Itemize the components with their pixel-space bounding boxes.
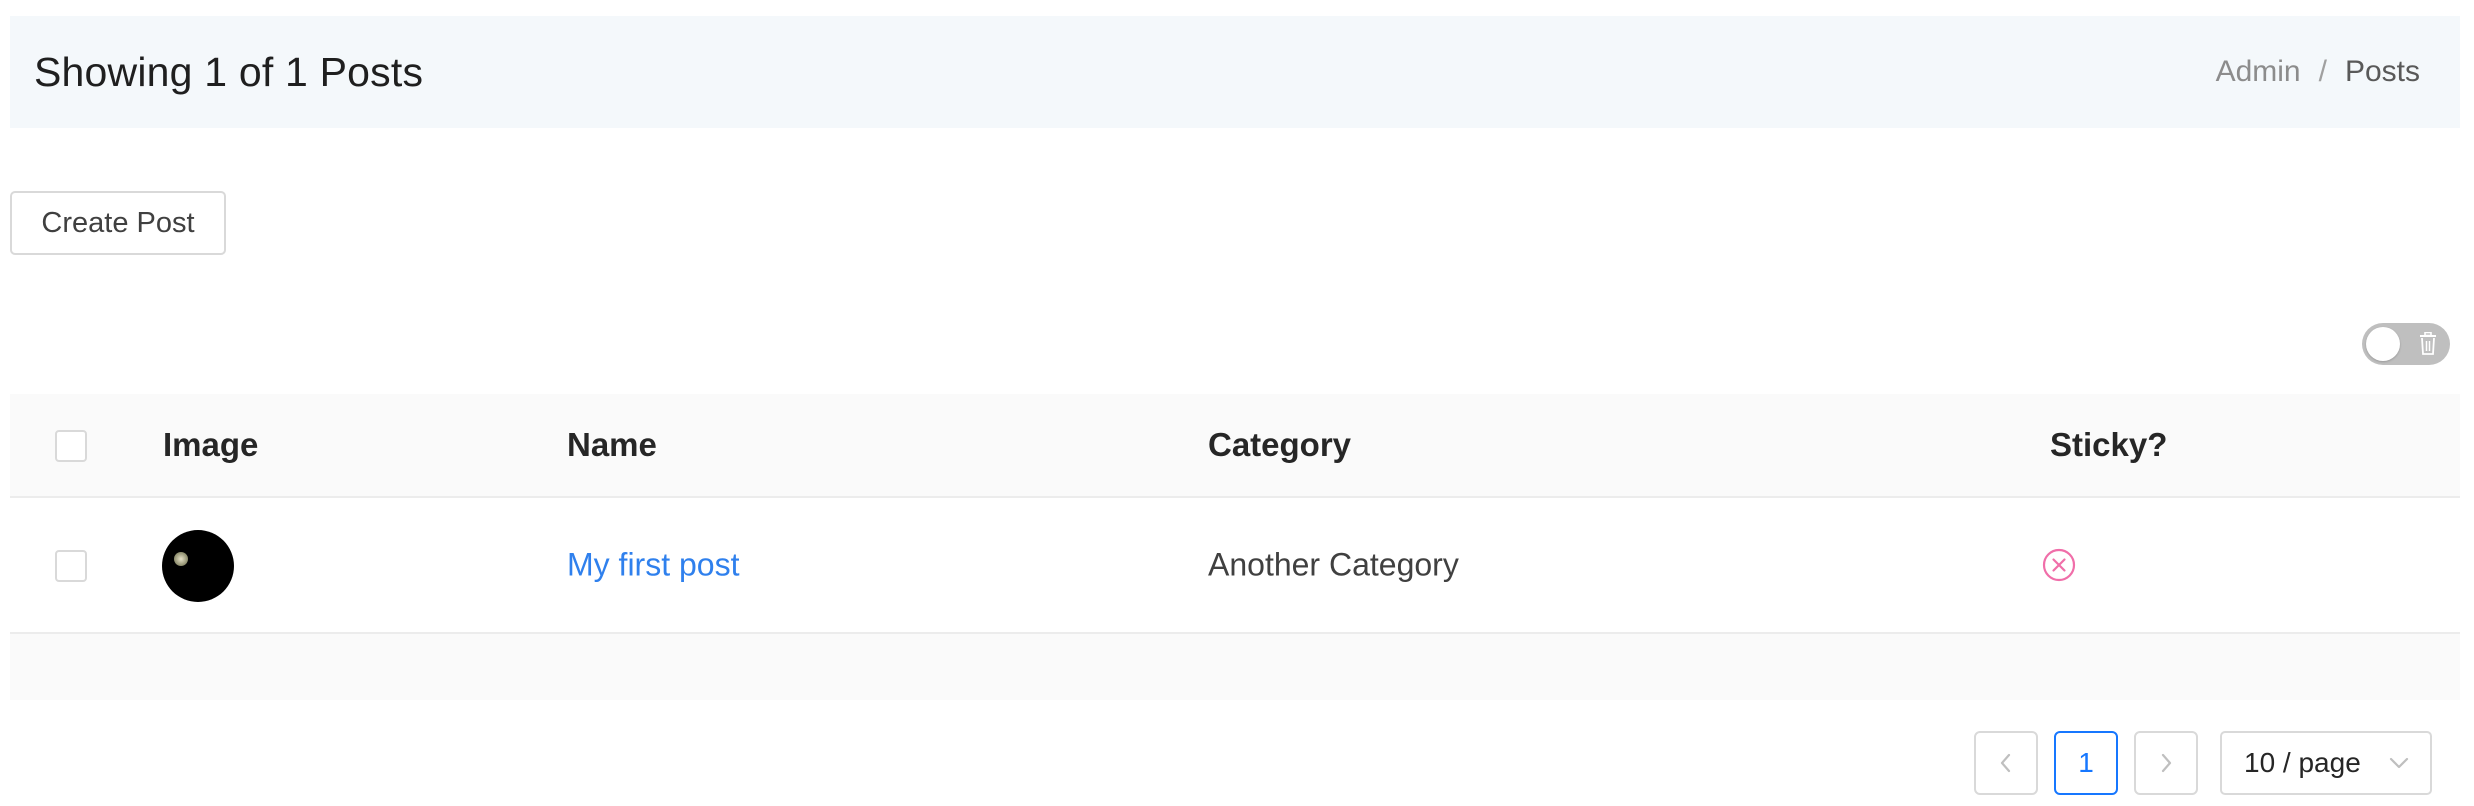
prev-page-button[interactable] bbox=[1974, 731, 2038, 795]
column-header-name: Name bbox=[567, 426, 657, 463]
pagination: 1 10 / page bbox=[0, 731, 2474, 795]
breadcrumb-item-posts: Posts bbox=[2344, 55, 2420, 88]
create-post-button[interactable]: Create Post bbox=[10, 191, 226, 255]
toggle-knob bbox=[2366, 327, 2400, 361]
post-name-link[interactable]: My first post bbox=[567, 547, 739, 583]
page-1-button[interactable]: 1 bbox=[2054, 731, 2118, 795]
select-all-checkbox[interactable] bbox=[55, 430, 87, 462]
column-header-image: Image bbox=[163, 426, 259, 463]
page-header: Showing 1 of 1 Posts Admin / Posts bbox=[10, 16, 2460, 128]
table-row: My first post Another Category bbox=[10, 498, 2460, 634]
chevron-down-icon bbox=[2389, 757, 2409, 769]
breadcrumb: Admin / Posts bbox=[2216, 55, 2420, 89]
column-header-category: Category bbox=[1208, 426, 1352, 463]
breadcrumb-item-admin[interactable]: Admin bbox=[2216, 55, 2301, 89]
posts-table: Image Name Category Sticky? My first pos… bbox=[10, 394, 2460, 700]
page-size-value: 10 / page bbox=[2244, 747, 2361, 778]
post-category: Another Category bbox=[1208, 546, 1459, 583]
row-checkbox[interactable] bbox=[55, 550, 87, 582]
image-highlight bbox=[174, 552, 188, 566]
next-page-button[interactable] bbox=[2134, 731, 2198, 795]
chevron-left-icon bbox=[2000, 753, 2011, 773]
post-name-cell: My first post bbox=[567, 547, 739, 584]
breadcrumb-separator: / bbox=[2318, 55, 2327, 88]
column-header-sticky: Sticky? bbox=[2050, 426, 2168, 463]
table-footer bbox=[10, 634, 2460, 700]
trash-icon bbox=[2420, 332, 2436, 355]
trash-toggle[interactable] bbox=[2362, 323, 2450, 365]
close-circle-icon bbox=[2042, 548, 2076, 582]
page-title: Showing 1 of 1 Posts bbox=[34, 48, 424, 95]
post-image bbox=[162, 530, 234, 602]
table-header: Image Name Category Sticky? bbox=[10, 394, 2460, 498]
chevron-right-icon bbox=[2161, 753, 2172, 773]
page-size-select[interactable]: 10 / page bbox=[2220, 731, 2432, 795]
